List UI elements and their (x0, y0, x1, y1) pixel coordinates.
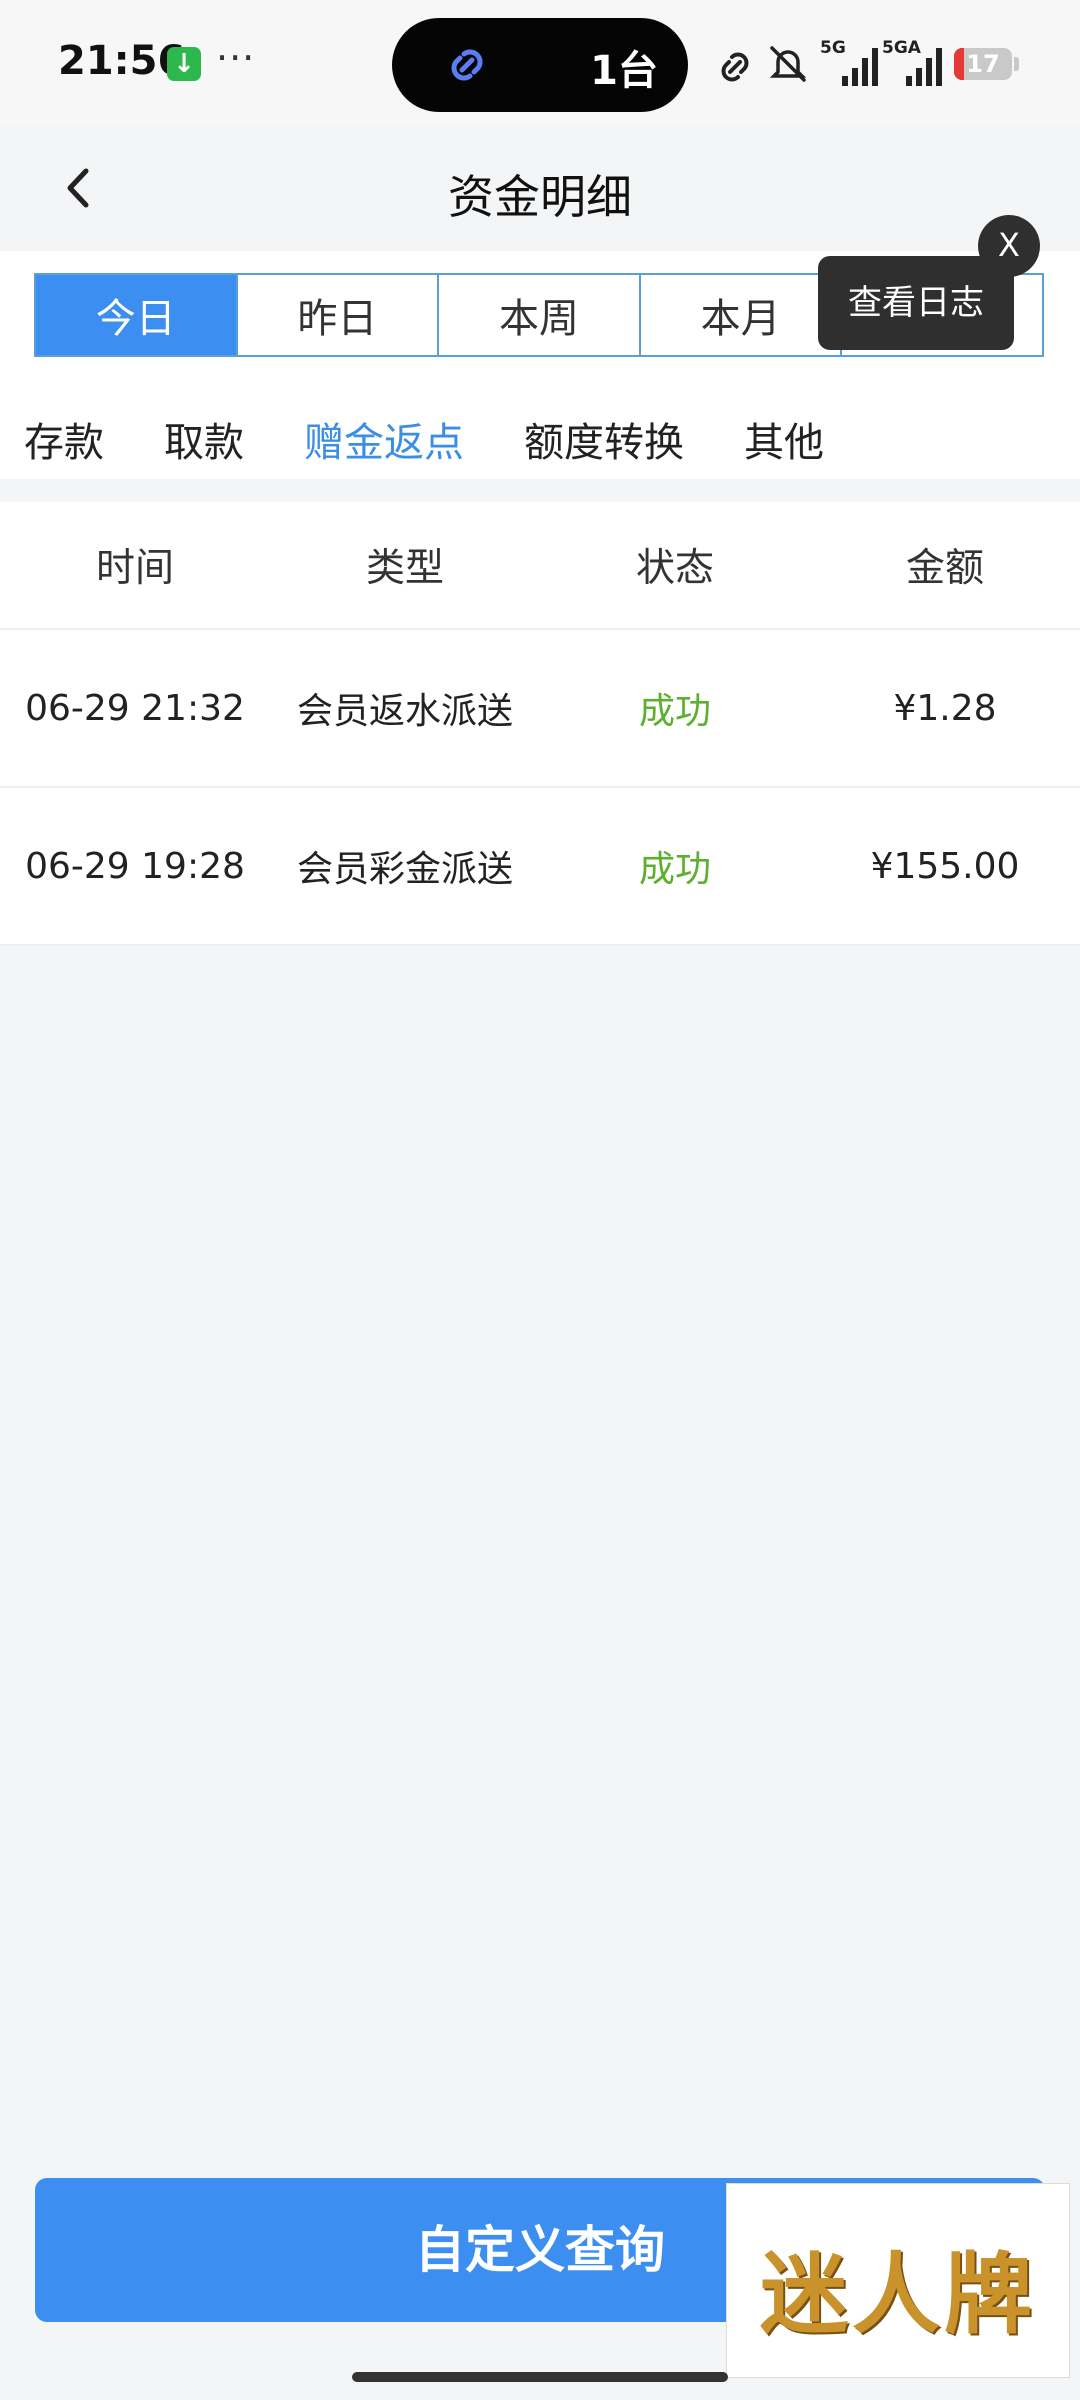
table-header: 时间 类型 状态 金额 (0, 502, 1080, 630)
download-icon: ↓ (167, 47, 201, 81)
records-table: 时间 类型 状态 金额 06-29 21:32 会员返水派送 成功 ¥1.28 … (0, 502, 1080, 946)
island-label: 1台 (590, 48, 658, 94)
column-header-status: 状态 (635, 546, 714, 591)
cell-type: 会员返水派送 (296, 691, 513, 732)
logo-watermark: 迷人牌 (726, 2183, 1070, 2378)
column-header-amount: 金额 (905, 546, 984, 591)
close-icon[interactable]: X (978, 215, 1040, 277)
cell-status: 成功 (638, 849, 711, 890)
system-icons: 5G 5GA 17 (714, 38, 1034, 90)
category-tabs: 存款 取款 赠金返点 额度转换 其他 (24, 410, 884, 470)
mute-bell-icon (769, 46, 807, 82)
cell-amount: ¥155.00 (870, 845, 1020, 887)
status-bar: 21:56 ↓ ··· 1台 5G 5GA 17 (0, 0, 1080, 125)
cell-type: 会员彩金派送 (296, 849, 513, 890)
view-log-tooltip[interactable]: 查看日志 (818, 256, 1014, 350)
column-header-time: 时间 (95, 546, 174, 591)
tab-today[interactable]: 今日 (36, 275, 238, 355)
cell-status: 成功 (638, 691, 711, 732)
tab-yesterday[interactable]: 昨日 (238, 275, 440, 355)
page-title: 资金明细 (448, 170, 632, 224)
table-row[interactable]: 06-29 21:32 会员返水派送 成功 ¥1.28 (0, 630, 1080, 788)
tab-withdraw[interactable]: 取款 (164, 410, 244, 470)
logo: 迷人牌 (759, 2242, 1036, 2346)
signal-5ga-icon: 5GA (882, 38, 944, 86)
cell-amount: ¥1.28 (893, 687, 997, 729)
more-notifications-icon: ··· (216, 36, 256, 80)
column-header-type: 类型 (365, 546, 444, 591)
table-row[interactable]: 06-29 19:28 会员彩金派送 成功 ¥155.00 (0, 788, 1080, 946)
tab-other[interactable]: 其他 (744, 410, 824, 470)
home-indicator[interactable] (352, 2372, 728, 2382)
link-icon (451, 49, 483, 81)
link-status-icon (721, 52, 749, 82)
tab-transfer[interactable]: 额度转换 (524, 410, 684, 470)
tab-deposit[interactable]: 存款 (24, 410, 104, 470)
cell-time: 06-29 21:32 (25, 687, 245, 729)
cell-time: 06-29 19:28 (25, 845, 245, 887)
battery-icon: 17 (954, 48, 1012, 80)
battery-cap (1014, 57, 1019, 71)
tab-this-month[interactable]: 本月 (641, 275, 843, 355)
dynamic-island[interactable]: 1台 (392, 18, 688, 112)
battery-percent: 17 (966, 50, 1000, 78)
tab-bonus-rebate[interactable]: 赠金返点 (304, 410, 464, 470)
signal-5g-icon: 5G (820, 38, 882, 86)
tab-this-week[interactable]: 本周 (439, 275, 641, 355)
nav-header: 资金明细 (0, 125, 1080, 251)
